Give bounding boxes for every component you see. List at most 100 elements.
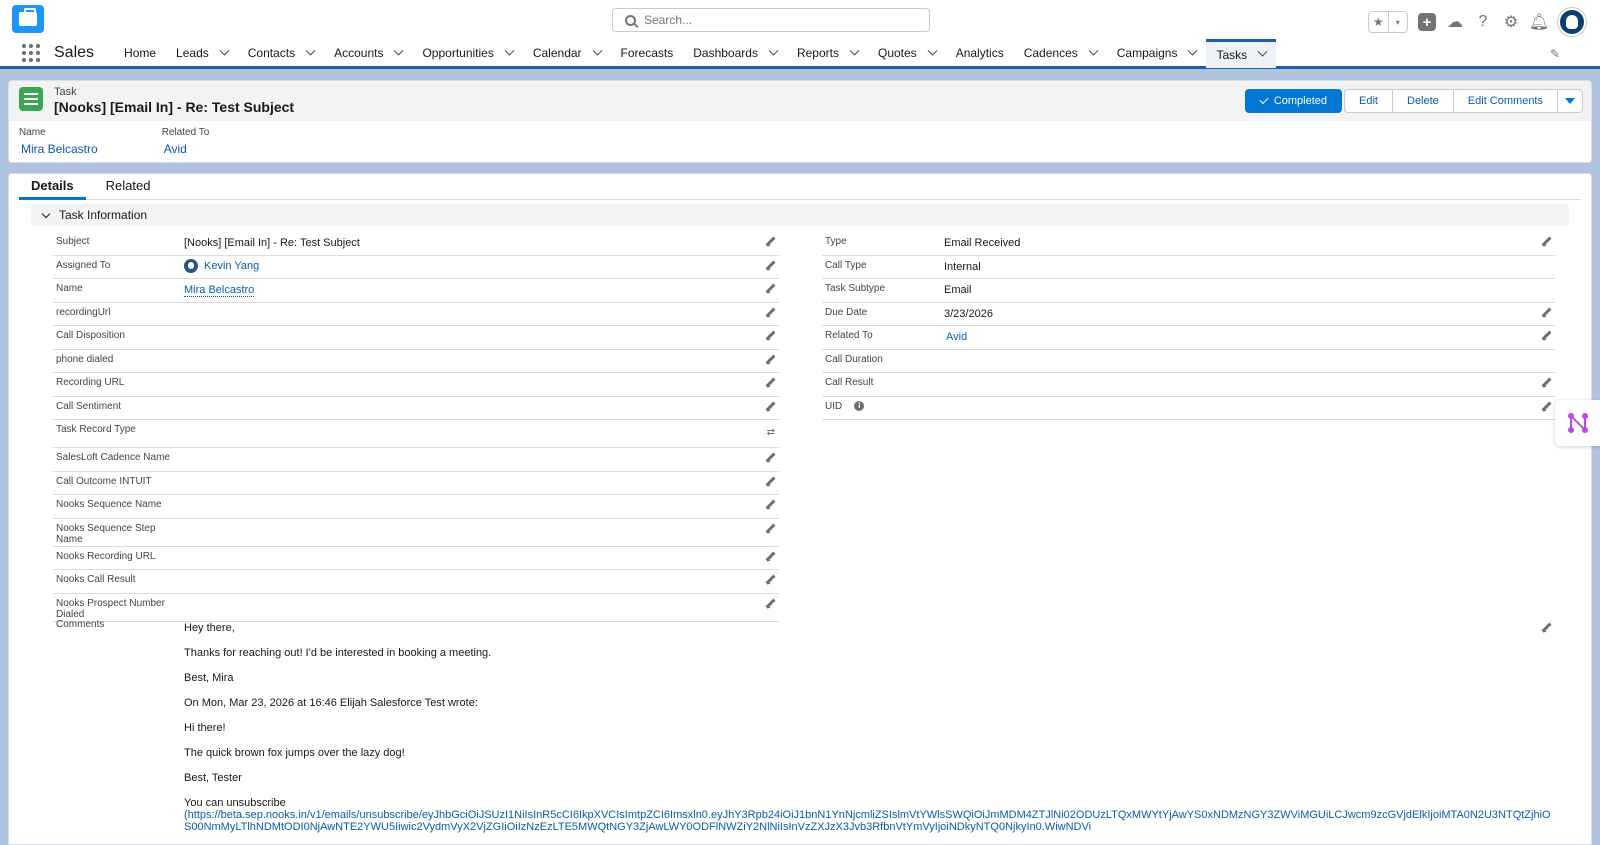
tab-details[interactable]: Details [19,174,86,200]
chevron-down-icon[interactable] [305,45,316,56]
field-label: Nooks Call Result [56,574,136,585]
field-phone-dialed: phone dialed [53,350,779,373]
edit-pencil-icon[interactable] [765,355,775,365]
completed-button[interactable]: Completed [1244,89,1343,113]
edit-pencil-icon[interactable] [765,575,775,585]
favorites-button[interactable]: ★ ▾ [1368,11,1408,33]
edit-pencil-icon[interactable] [1541,308,1551,318]
chevron-down-icon[interactable] [768,45,779,56]
nav-item-opportunities[interactable]: Opportunities [412,39,522,68]
nav-item-home[interactable]: Home [114,39,166,68]
edit-pencil-icon[interactable] [765,453,775,463]
gear-icon[interactable]: ⚙ [1502,13,1520,31]
edit-pencil-icon[interactable] [765,284,775,294]
unsubscribe-link[interactable]: (https://beta.sep.nooks.in/v1/emails/uns… [184,809,1555,833]
field-value: 3/23/2026 [944,307,993,320]
nav-item-reports[interactable]: Reports [787,39,868,68]
nav-item-campaigns[interactable]: Campaigns [1107,39,1207,68]
nooks-widget-button[interactable] [1555,400,1600,446]
chevron-down-icon[interactable] [394,45,404,56]
chevron-down-icon[interactable] [219,45,230,56]
nav-item-forecasts[interactable]: Forecasts [611,39,684,68]
edit-pencil-icon[interactable] [1541,378,1551,388]
star-icon[interactable]: ★ [1369,12,1388,32]
nav-item-label: Home [124,46,157,60]
right-field-column: Type Email Received Call Type Internal T… [822,232,1555,420]
field-nooks-sequence-step-name: Nooks Sequence Step Name [53,519,779,547]
chevron-down-icon[interactable] [849,45,860,56]
related-to-link[interactable]: Avid [946,331,967,343]
unsubscribe-text: You can unsubscribe (https://beta.sep.no… [184,797,1555,833]
left-field-column: Subject [Nooks] [Email In] - Re: Test Su… [53,232,779,622]
nav-item-analytics[interactable]: Analytics [946,39,1014,68]
nav-item-dashboards[interactable]: Dashboards [683,39,787,68]
edit-pencil-icon[interactable] [765,552,775,562]
field-value: Email Received [944,237,1021,249]
edit-pencil-icon[interactable] [1541,237,1551,247]
assigned-user-link[interactable]: Kevin Yang [204,259,259,271]
field-label: Task Record Type [56,424,136,435]
chevron-down-icon[interactable] [592,45,602,56]
nav-item-leads[interactable]: Leads [166,39,238,68]
app-logo-icon[interactable] [12,5,44,33]
highlight-name-link[interactable]: Mira Belcastro [21,142,98,156]
highlight-related-label: Related To [161,127,210,138]
section-title: Task Information [59,208,148,222]
chevron-down-icon[interactable] [1088,45,1099,56]
delete-button[interactable]: Delete [1392,89,1453,113]
nav-item-label: Forecasts [620,46,674,60]
chevron-down-icon[interactable] [1188,45,1198,56]
edit-pencil-icon[interactable] [1541,331,1551,341]
edit-pencil-icon[interactable] [765,402,775,412]
edit-pencil-icon[interactable] [765,308,775,318]
edit-pencil-icon[interactable] [765,331,775,341]
field-call-outcome-intuit: Call Outcome INTUIT [53,472,779,495]
edit-pencil-icon[interactable] [765,599,775,609]
more-actions-button[interactable] [1557,89,1583,113]
edit-pencil-icon[interactable] [765,237,775,247]
app-launcher-icon[interactable] [22,44,40,62]
nav-item-accounts[interactable]: Accounts [324,39,412,68]
chevron-down-icon[interactable] [1257,46,1268,57]
edit-pencil-icon[interactable] [765,261,775,271]
bell-icon[interactable]: 🔔︎ [1529,13,1549,31]
edit-pencil-icon[interactable] [765,477,775,487]
user-avatar[interactable] [1558,8,1586,36]
change-record-type-icon[interactable]: ⇄ [767,427,775,438]
app-nav-bar: Sales Home Leads Contacts Accounts Opportuni… [0,38,1600,69]
nav-item-calendar[interactable]: Calendar [523,39,611,68]
edit-button[interactable]: Edit [1344,89,1392,113]
edit-nav-pencil-icon[interactable]: ✎ [1550,47,1560,61]
completed-label: Completed [1273,95,1328,107]
edit-pencil-icon[interactable] [765,524,775,534]
field-uid: UID i [822,397,1555,420]
section-task-information[interactable]: Task Information [31,204,1569,226]
chevron-down-icon[interactable] [504,45,515,56]
edit-pencil-icon[interactable] [1541,402,1551,412]
highlight-related-link[interactable]: Avid [164,142,210,156]
nav-item-label: Contacts [247,46,296,60]
nav-item-contacts[interactable]: Contacts [238,39,324,68]
favorites-dropdown-icon[interactable]: ▾ [1387,12,1408,32]
edit-comments-button[interactable]: Edit Comments [1452,89,1557,113]
field-call-disposition: Call Disposition [53,326,779,350]
edit-pencil-icon[interactable] [1541,623,1551,633]
edit-pencil-icon[interactable] [765,500,775,510]
field-value: Internal [944,260,981,273]
edit-pencil-icon[interactable] [765,378,775,388]
info-icon[interactable]: i [854,400,865,411]
nav-item-cadences[interactable]: Cadences [1014,39,1107,68]
nav-item-quotes[interactable]: Quotes [868,39,946,68]
comment-line: Hi there! [184,722,226,734]
help-icon[interactable]: ? [1474,13,1492,31]
nav-item-label: Analytics [955,46,1004,60]
global-actions-plus-icon[interactable]: + [1418,13,1436,31]
tab-related[interactable]: Related [94,174,163,200]
name-link[interactable]: Mira Belcastro [184,284,255,297]
search-input[interactable]: Search... [612,8,930,32]
nav-item-tasks[interactable]: Tasks [1206,38,1277,68]
field-label: SalesLoft Cadence Name [56,452,170,463]
trailhead-icon[interactable]: ☁ [1446,13,1464,31]
field-label: Task Subtype [825,283,886,294]
chevron-down-icon[interactable] [927,45,938,56]
